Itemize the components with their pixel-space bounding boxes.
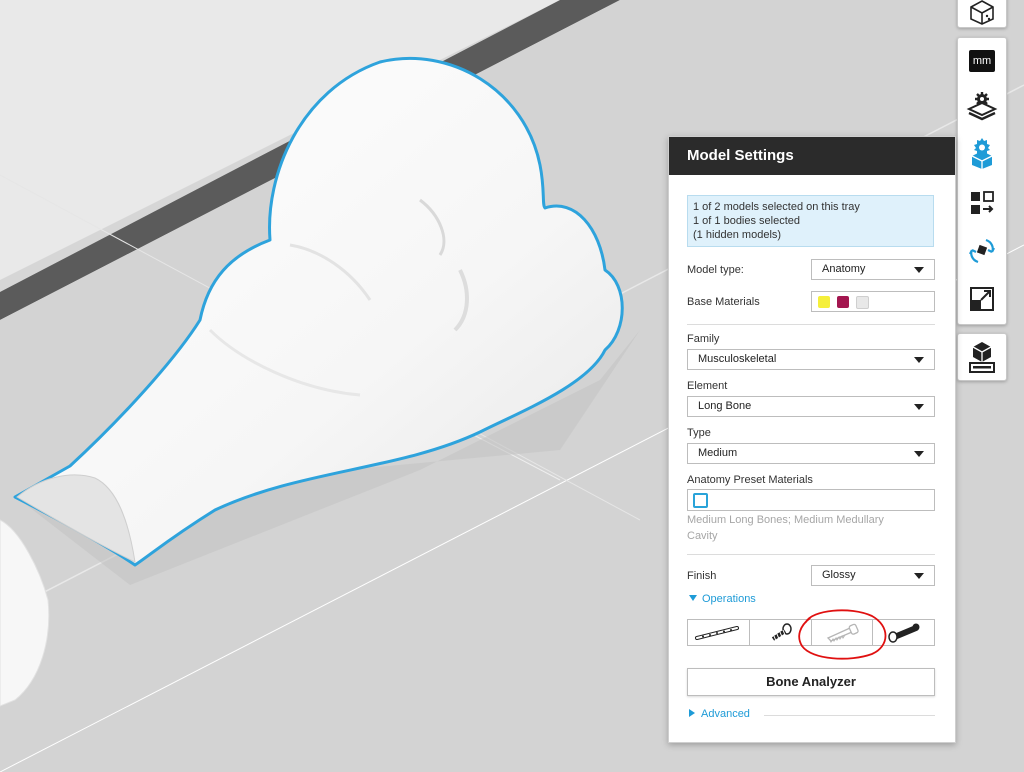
- material-swatch[interactable]: [818, 296, 830, 308]
- family-select[interactable]: Musculoskeletal: [687, 349, 935, 370]
- selection-info-line: (1 hidden models): [693, 229, 782, 241]
- element-label: Element: [687, 380, 728, 392]
- type-label: Type: [687, 427, 711, 439]
- bone-cut-icon[interactable]: [873, 620, 934, 645]
- print-model-icon[interactable]: [958, 336, 1006, 378]
- model-type-value: Anatomy: [822, 263, 866, 275]
- units-label: mm: [969, 50, 995, 72]
- divider: [687, 324, 935, 325]
- selection-info-box: 1 of 2 models selected on this tray 1 of…: [687, 195, 934, 247]
- operations-label: Operations: [702, 593, 756, 605]
- anatomy-preset-description: Medium Long Bones; Medium Medullary Cavi…: [687, 514, 884, 542]
- anatomy-preset-field[interactable]: [687, 489, 935, 511]
- material-swatch[interactable]: [837, 296, 849, 308]
- finish-label: Finish: [687, 570, 717, 582]
- advanced-label: Advanced: [701, 708, 750, 720]
- chevron-down-icon: [914, 404, 924, 410]
- family-label: Family: [687, 333, 720, 345]
- checkbox-icon[interactable]: [693, 493, 708, 508]
- arrange-icon[interactable]: [958, 182, 1006, 224]
- type-select[interactable]: Medium: [687, 443, 935, 464]
- triangle-down-icon: [689, 595, 697, 601]
- type-value: Medium: [698, 447, 738, 459]
- view-toolbar: [957, 0, 1007, 28]
- finish-value: Glossy: [822, 569, 856, 581]
- divider: [764, 715, 935, 716]
- units-icon[interactable]: mm: [958, 40, 1006, 82]
- orient-icon[interactable]: [958, 230, 1006, 272]
- anatomy-preset-label: Anatomy Preset Materials: [687, 474, 813, 486]
- advanced-toggle[interactable]: Advanced: [689, 708, 750, 720]
- element-select[interactable]: Long Bone: [687, 396, 935, 417]
- panel-title: Model Settings: [669, 137, 955, 175]
- operations-toggle[interactable]: Operations: [689, 593, 756, 605]
- divider: [687, 554, 935, 555]
- operations-toolbar: [687, 619, 935, 646]
- bone-analyzer-button[interactable]: Bone Analyzer: [687, 668, 935, 696]
- triangle-right-icon: [689, 709, 695, 717]
- model-type-select[interactable]: Anatomy: [811, 259, 935, 280]
- chevron-down-icon: [914, 267, 924, 273]
- selection-info-line: 1 of 2 models selected on this tray: [693, 201, 860, 213]
- base-materials-label: Base Materials: [687, 296, 760, 308]
- model-settings-panel: Model Settings 1 of 2 models selected on…: [668, 136, 956, 743]
- tray-settings-icon[interactable]: [958, 84, 1006, 126]
- selection-info-line: 1 of 1 bodies selected: [693, 215, 801, 227]
- model-settings-icon[interactable]: [958, 132, 1006, 174]
- saw-icon[interactable]: [812, 620, 874, 645]
- chevron-down-icon: [914, 451, 924, 457]
- family-value: Musculoskeletal: [698, 353, 777, 365]
- plate-icon[interactable]: [688, 620, 750, 645]
- screw-icon[interactable]: [750, 620, 812, 645]
- model-type-label: Model type:: [687, 264, 744, 276]
- print-toolbar: [957, 333, 1007, 381]
- base-materials-swatches[interactable]: [811, 291, 935, 312]
- scale-icon[interactable]: [958, 278, 1006, 320]
- view-cube-icon[interactable]: [958, 0, 1006, 33]
- material-swatch[interactable]: [856, 296, 869, 309]
- main-toolbar: mm: [957, 37, 1007, 325]
- finish-select[interactable]: Glossy: [811, 565, 935, 586]
- element-value: Long Bone: [698, 400, 752, 412]
- chevron-down-icon: [914, 573, 924, 579]
- chevron-down-icon: [914, 357, 924, 363]
